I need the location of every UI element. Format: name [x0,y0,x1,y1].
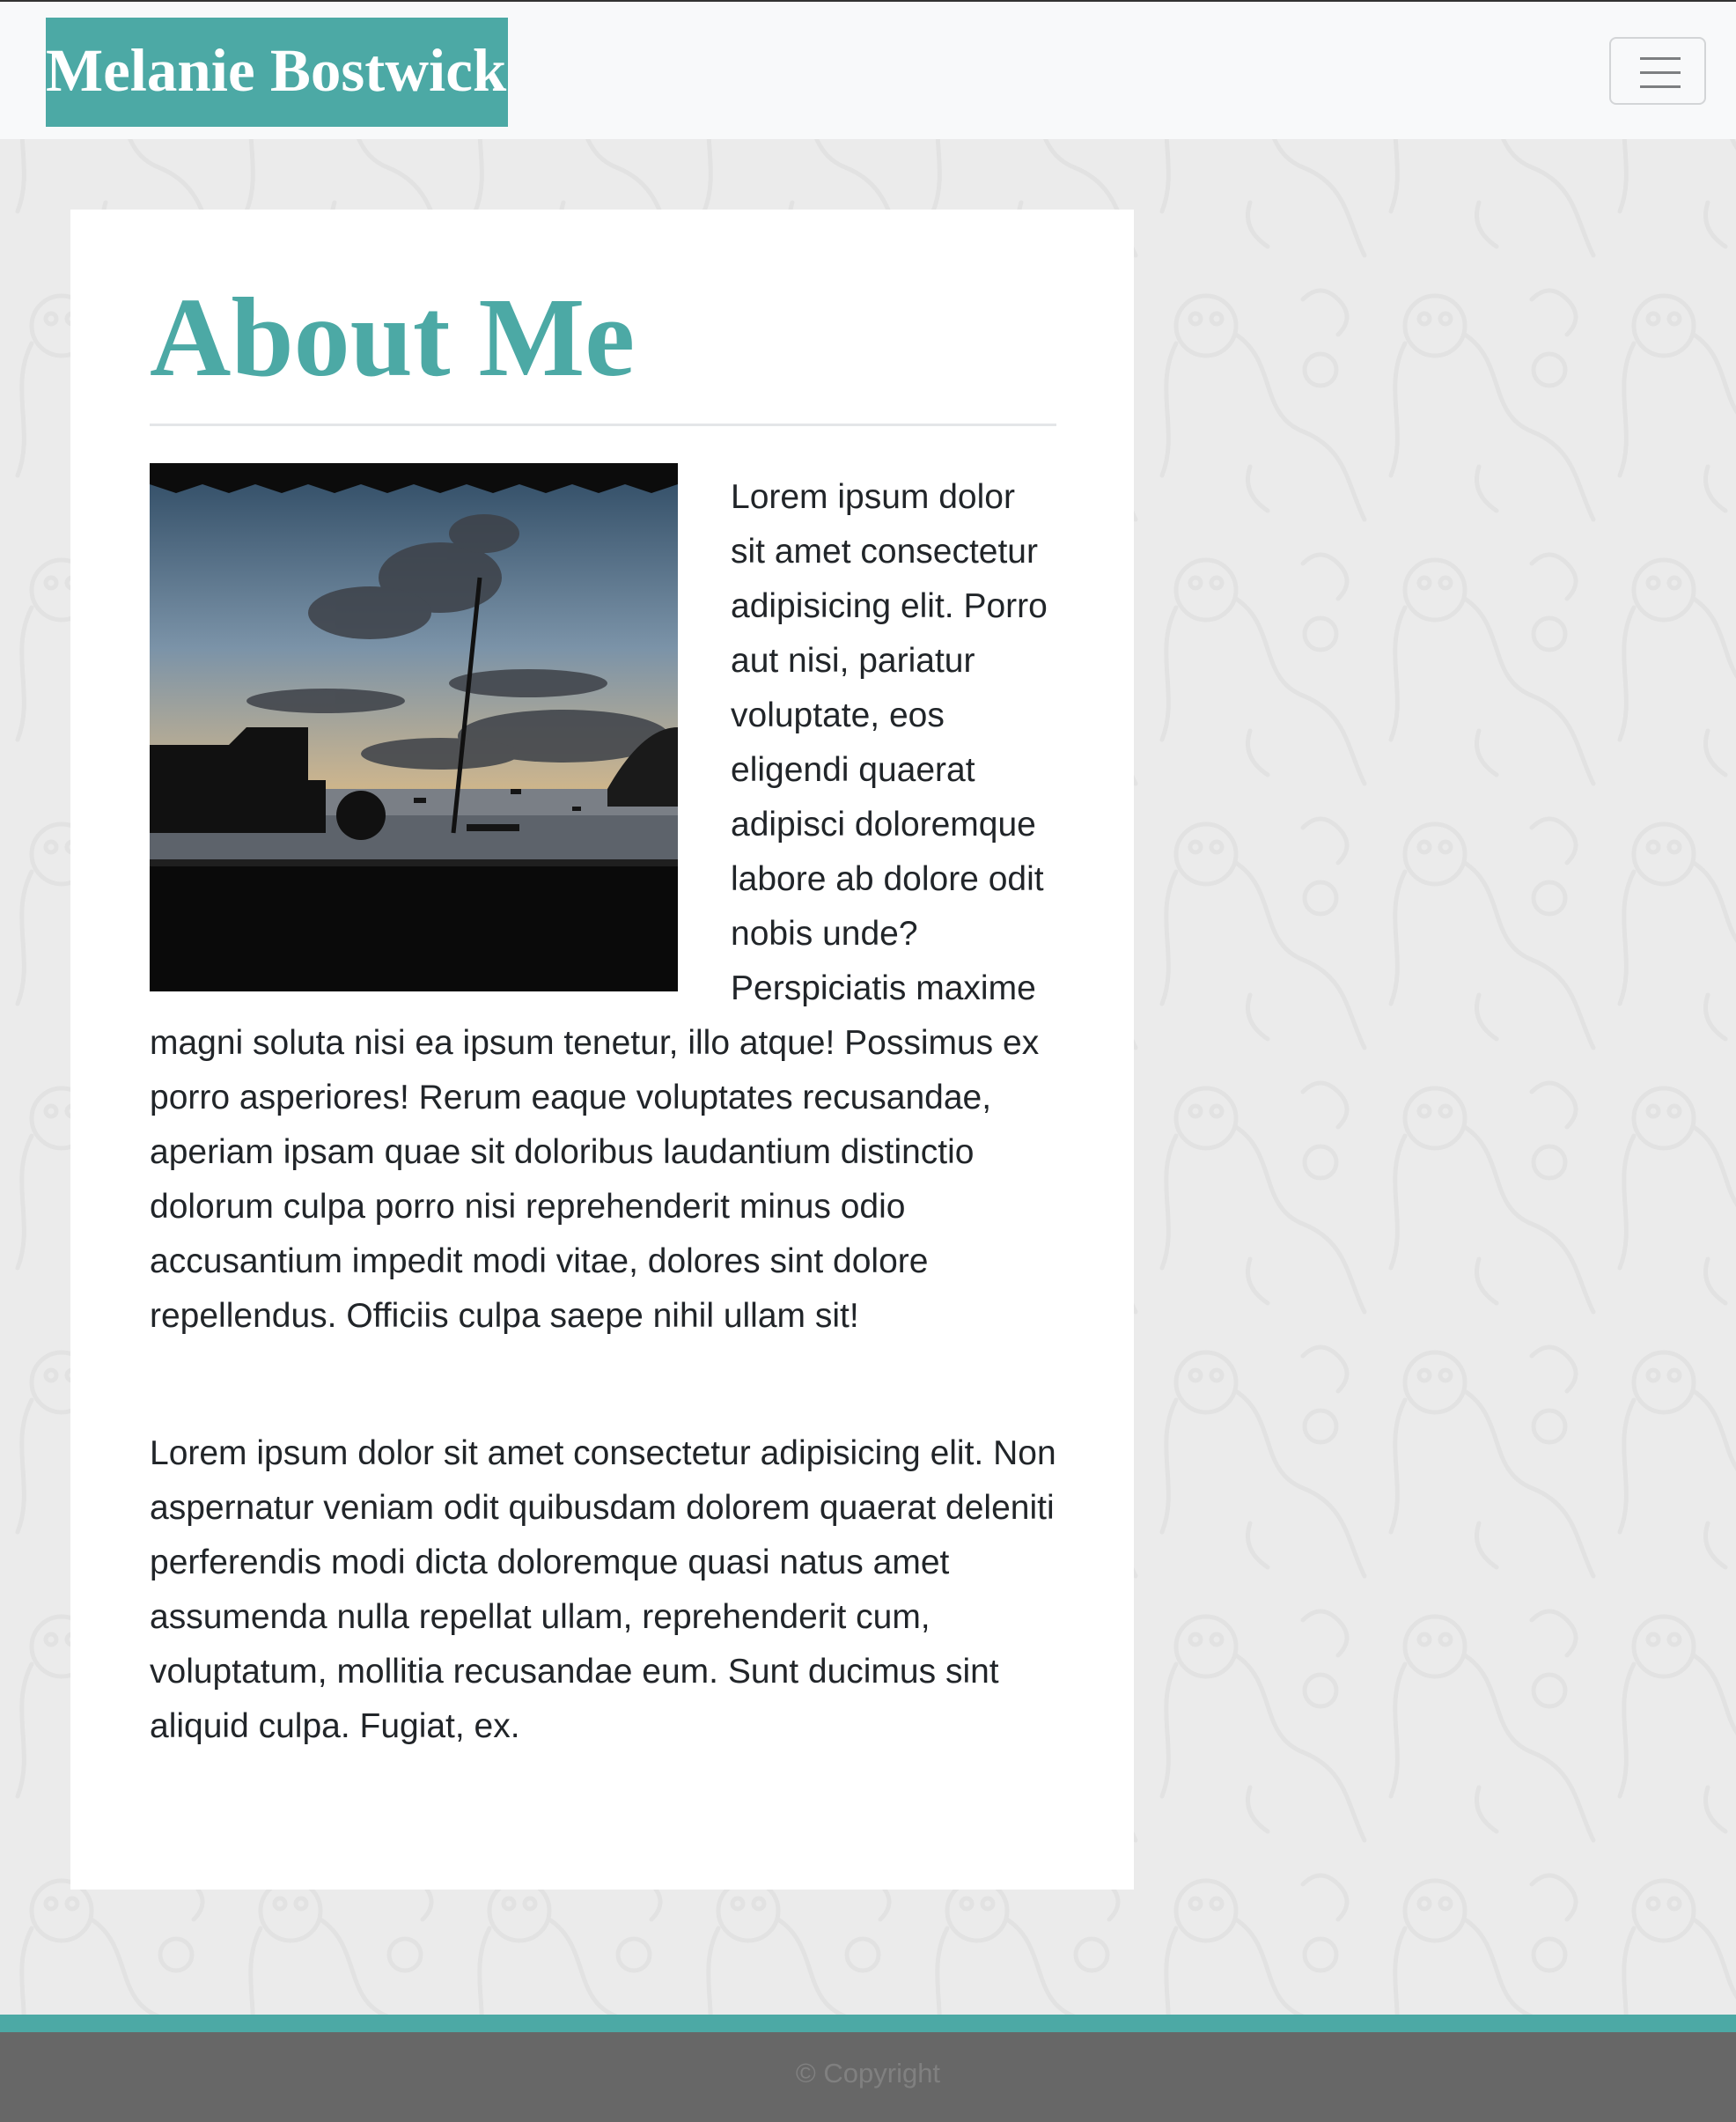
footer: © Copyright [0,2032,1736,2122]
navbar-toggler-button[interactable] [1609,37,1706,105]
footer-accent-strip [0,2015,1736,2032]
about-content: Lorem ipsum dolor sit amet consectetur a… [150,463,1056,1754]
about-card: About Me Lorem ipsum dolor sit amet cons… [70,210,1134,1890]
navbar: Melanie Bostwick [0,0,1736,139]
title-divider [150,424,1056,426]
about-paragraph-2: Lorem ipsum dolor sit amet consectetur a… [150,1434,1056,1745]
brand-logo-link[interactable]: Melanie Bostwick [46,18,509,127]
sunset-harbor-photo [150,463,678,991]
page-title: About Me [150,275,636,400]
copyright-text: © Copyright [795,2058,941,2089]
